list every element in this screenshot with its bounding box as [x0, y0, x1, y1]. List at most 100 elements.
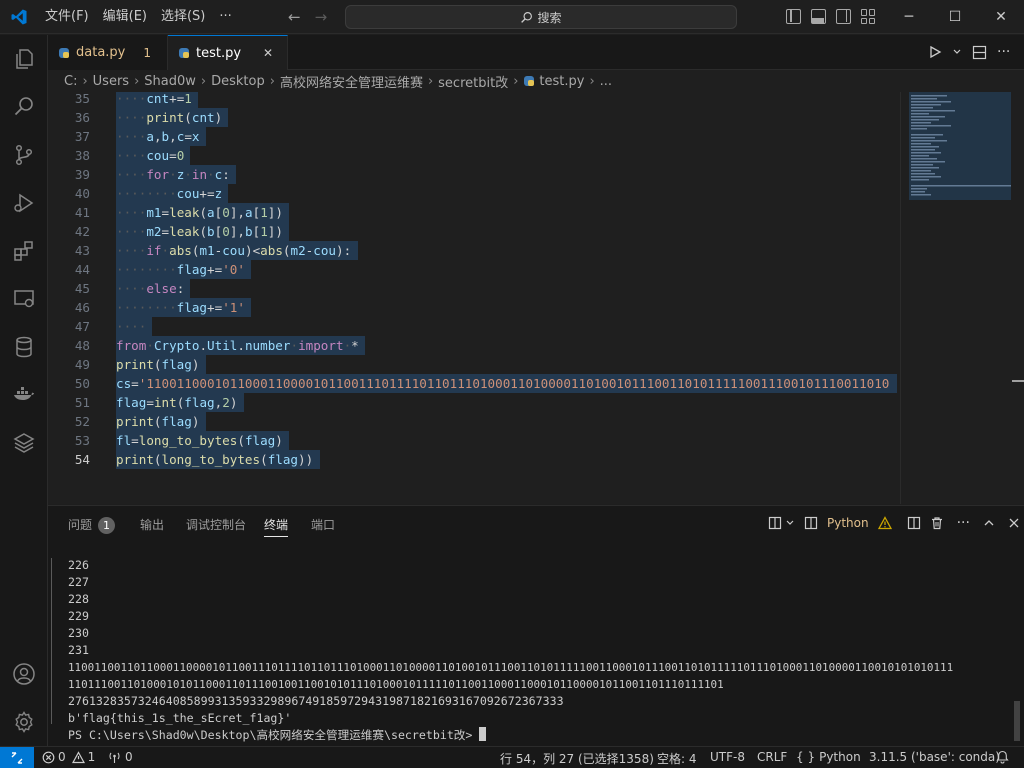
tab-output[interactable]: 输出: [140, 516, 164, 533]
forward-arrow-icon[interactable]: →: [315, 8, 328, 26]
editor-tabs: data.py 1 test.py ✕ ···: [48, 35, 1024, 70]
split-panel-icon[interactable]: [907, 516, 921, 530]
code-line: 45 ····else:: [48, 279, 900, 298]
python-interpreter[interactable]: 3.11.5 ('base': conda): [869, 750, 1000, 764]
breadcrumb-item[interactable]: Shad0w: [144, 74, 196, 89]
close-tab-icon[interactable]: ✕: [263, 46, 273, 60]
terminal-profile-label[interactable]: Python: [827, 516, 869, 530]
breadcrumb-separator-icon: ›: [82, 73, 88, 89]
layers-icon[interactable]: [0, 419, 48, 467]
indentation-status[interactable]: 空格: 4: [657, 750, 697, 767]
breadcrumb-item[interactable]: secretbit改: [438, 72, 508, 91]
extensions-icon[interactable]: [0, 227, 48, 275]
line-number: 53: [74, 433, 90, 448]
line-number: 43: [74, 243, 90, 258]
terminal-layout-icon[interactable]: [768, 516, 782, 530]
split-editor-icon[interactable]: [972, 45, 987, 60]
terminal-line: 230: [68, 626, 89, 640]
code-text: print(long_to_bytes(flag)): [116, 452, 314, 467]
breadcrumb-item[interactable]: C:: [64, 74, 77, 89]
tab-label: test.py: [196, 45, 242, 61]
remote-indicator-icon[interactable]: [0, 747, 34, 768]
status-bar: 0 1 0 行 54，列 27 (已选择1358) 空格: 4 UTF-8 CR…: [0, 746, 1024, 768]
chevron-down-icon[interactable]: [785, 518, 795, 528]
explorer-icon[interactable]: [0, 35, 48, 83]
code-text: print(flag): [116, 357, 200, 372]
breadcrumb-separator-icon: ›: [200, 73, 207, 89]
tab-data-py[interactable]: data.py 1: [48, 35, 168, 70]
more-actions-icon[interactable]: ···: [957, 515, 970, 531]
code-text: ····cnt+=1: [116, 92, 192, 106]
terminal-line: 2761328357324640858993135933298967491859…: [68, 694, 564, 708]
remote-explorer-icon[interactable]: [0, 275, 48, 323]
code-editor[interactable]: 35 ····cnt+=1 36 ····print(cnt) 37 ····a,b,c=…: [48, 92, 900, 504]
braces-icon: { }: [796, 750, 816, 764]
breadcrumb-item[interactable]: test.py: [539, 74, 584, 89]
language-mode[interactable]: { } Python: [796, 750, 861, 764]
toggle-secondary-sidebar-icon[interactable]: [836, 9, 851, 24]
breadcrumb-item[interactable]: ...: [600, 74, 612, 89]
run-debug-icon[interactable]: [0, 179, 48, 227]
chevron-down-icon[interactable]: [952, 47, 962, 57]
code-line: 47 ····: [48, 317, 900, 336]
breadcrumb-item[interactable]: 高校网络安全管理运维赛: [280, 72, 423, 91]
toggle-panel-icon[interactable]: [811, 9, 826, 24]
ports-status[interactable]: 0: [108, 750, 133, 764]
terminal[interactable]: 226 227 228 229 230 231 1100110011011000…: [48, 541, 1024, 746]
run-python-icon[interactable]: [928, 45, 942, 59]
settings-gear-icon[interactable]: [0, 698, 48, 746]
terminal-prompt-text: PS C:\Users\Shad0w\Desktop\高校网络安全管理运维赛\s…: [68, 728, 480, 742]
terminal-cursor: [479, 727, 487, 741]
minimap[interactable]: [900, 92, 1024, 504]
docker-icon[interactable]: [0, 371, 48, 419]
line-number: 47: [74, 319, 90, 334]
terminal-scrollbar[interactable]: [1014, 701, 1020, 741]
more-actions-icon[interactable]: ···: [997, 44, 1010, 60]
eol-status[interactable]: CRLF: [757, 750, 787, 764]
code-text: ····for·z·in·c:: [116, 167, 230, 182]
code-text: ····m1=leak(a[0],a[1]): [116, 205, 283, 220]
breadcrumb-separator-icon: ›: [134, 73, 140, 89]
code-line: 50 cs='1100110001011000110000101100111011…: [48, 374, 900, 393]
minimize-button[interactable]: ─: [886, 0, 932, 34]
tab-ports[interactable]: 端口: [311, 516, 335, 533]
cursor-position[interactable]: 行 54，列 27 (已选择1358): [500, 750, 654, 767]
menu-file[interactable]: 文件(F): [38, 0, 96, 34]
breadcrumb-item[interactable]: Users: [93, 74, 129, 89]
back-arrow-icon[interactable]: ←: [288, 8, 301, 26]
split-terminal-icon[interactable]: [804, 516, 818, 530]
tab-terminal-label: 终端: [264, 518, 289, 532]
code-text: flag=int(flag,2): [116, 395, 238, 410]
customize-layout-icon[interactable]: [861, 9, 876, 24]
maximize-button[interactable]: ☐: [932, 0, 978, 34]
account-icon[interactable]: [0, 650, 48, 698]
maximize-panel-icon[interactable]: [983, 517, 995, 529]
notifications-bell-icon[interactable]: [996, 750, 1009, 767]
menu-selection[interactable]: 选择(S): [154, 0, 212, 34]
terminal-line: 231: [68, 643, 89, 657]
encoding-status[interactable]: UTF-8: [710, 750, 745, 764]
close-window-button[interactable]: ✕: [978, 0, 1024, 34]
tab-debug-console[interactable]: 调试控制台: [186, 516, 246, 533]
terminal-line: 1101110011010001010110001101110010011001…: [68, 678, 724, 691]
code-line: 35 ····cnt+=1: [48, 92, 900, 108]
tab-test-py[interactable]: test.py ✕: [168, 35, 288, 70]
problems-status[interactable]: 0 1: [42, 750, 95, 764]
menu-more[interactable]: ···: [212, 0, 238, 34]
line-number: 44: [74, 262, 90, 277]
trash-icon[interactable]: [930, 516, 944, 530]
problem-count: 1: [143, 45, 151, 60]
code-text: cs='110011000101100011000010110011101111…: [116, 376, 890, 391]
breadcrumb-item[interactable]: Desktop: [211, 74, 265, 89]
menu-edit[interactable]: 编辑(E): [96, 0, 154, 34]
source-control-icon[interactable]: [0, 131, 48, 179]
python-file-icon: [524, 76, 535, 86]
tab-problems[interactable]: 问题 1: [68, 516, 116, 534]
search-view-icon[interactable]: [0, 83, 48, 131]
toggle-primary-sidebar-icon[interactable]: [786, 9, 801, 24]
close-panel-icon[interactable]: [1008, 517, 1020, 529]
terminal-prompt[interactable]: PS C:\Users\Shad0w\Desktop\高校网络安全管理运维赛\s…: [68, 727, 487, 744]
command-center-search[interactable]: 搜索: [345, 5, 737, 29]
database-icon[interactable]: [0, 323, 48, 371]
tab-terminal[interactable]: 终端: [264, 516, 289, 537]
